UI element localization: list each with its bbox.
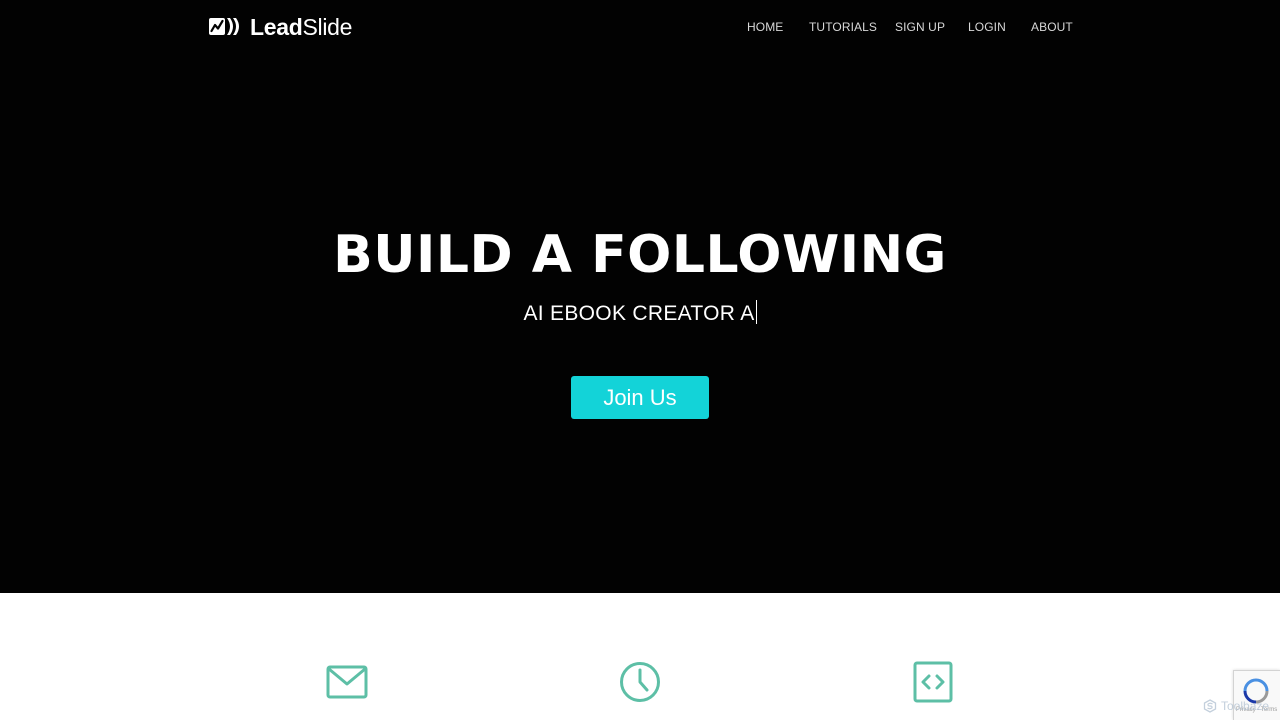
watermark: Toolbaze xyxy=(1203,699,1269,713)
mail-icon xyxy=(326,665,368,699)
nav-home[interactable]: HOME xyxy=(747,19,783,35)
code-icon xyxy=(913,661,953,703)
typed-subtitle: AI EBOOK CREATOR A xyxy=(0,300,1280,328)
typed-text: AI EBOOK CREATOR A xyxy=(523,302,755,325)
nav-login[interactable]: LOGIN xyxy=(968,19,1006,35)
hero-headline: BUILD A FOLLOWING xyxy=(333,225,947,285)
join-us-button[interactable]: Join Us xyxy=(571,376,709,419)
watermark-logo-icon xyxy=(1203,699,1217,713)
typing-caret xyxy=(755,300,757,324)
clock-icon xyxy=(620,662,660,702)
hero-section: LeadSlide HOME TUTORIALS SIGN UP LOGIN A… xyxy=(0,0,1280,593)
nav-tutorials[interactable]: TUTORIALS xyxy=(809,19,877,35)
nav-sign-up[interactable]: SIGN UP xyxy=(895,19,945,35)
nav-about[interactable]: ABOUT xyxy=(1031,19,1073,35)
watermark-text: Toolbaze xyxy=(1221,699,1270,713)
main-nav: HOME TUTORIALS SIGN UP LOGIN ABOUT xyxy=(0,19,1280,35)
